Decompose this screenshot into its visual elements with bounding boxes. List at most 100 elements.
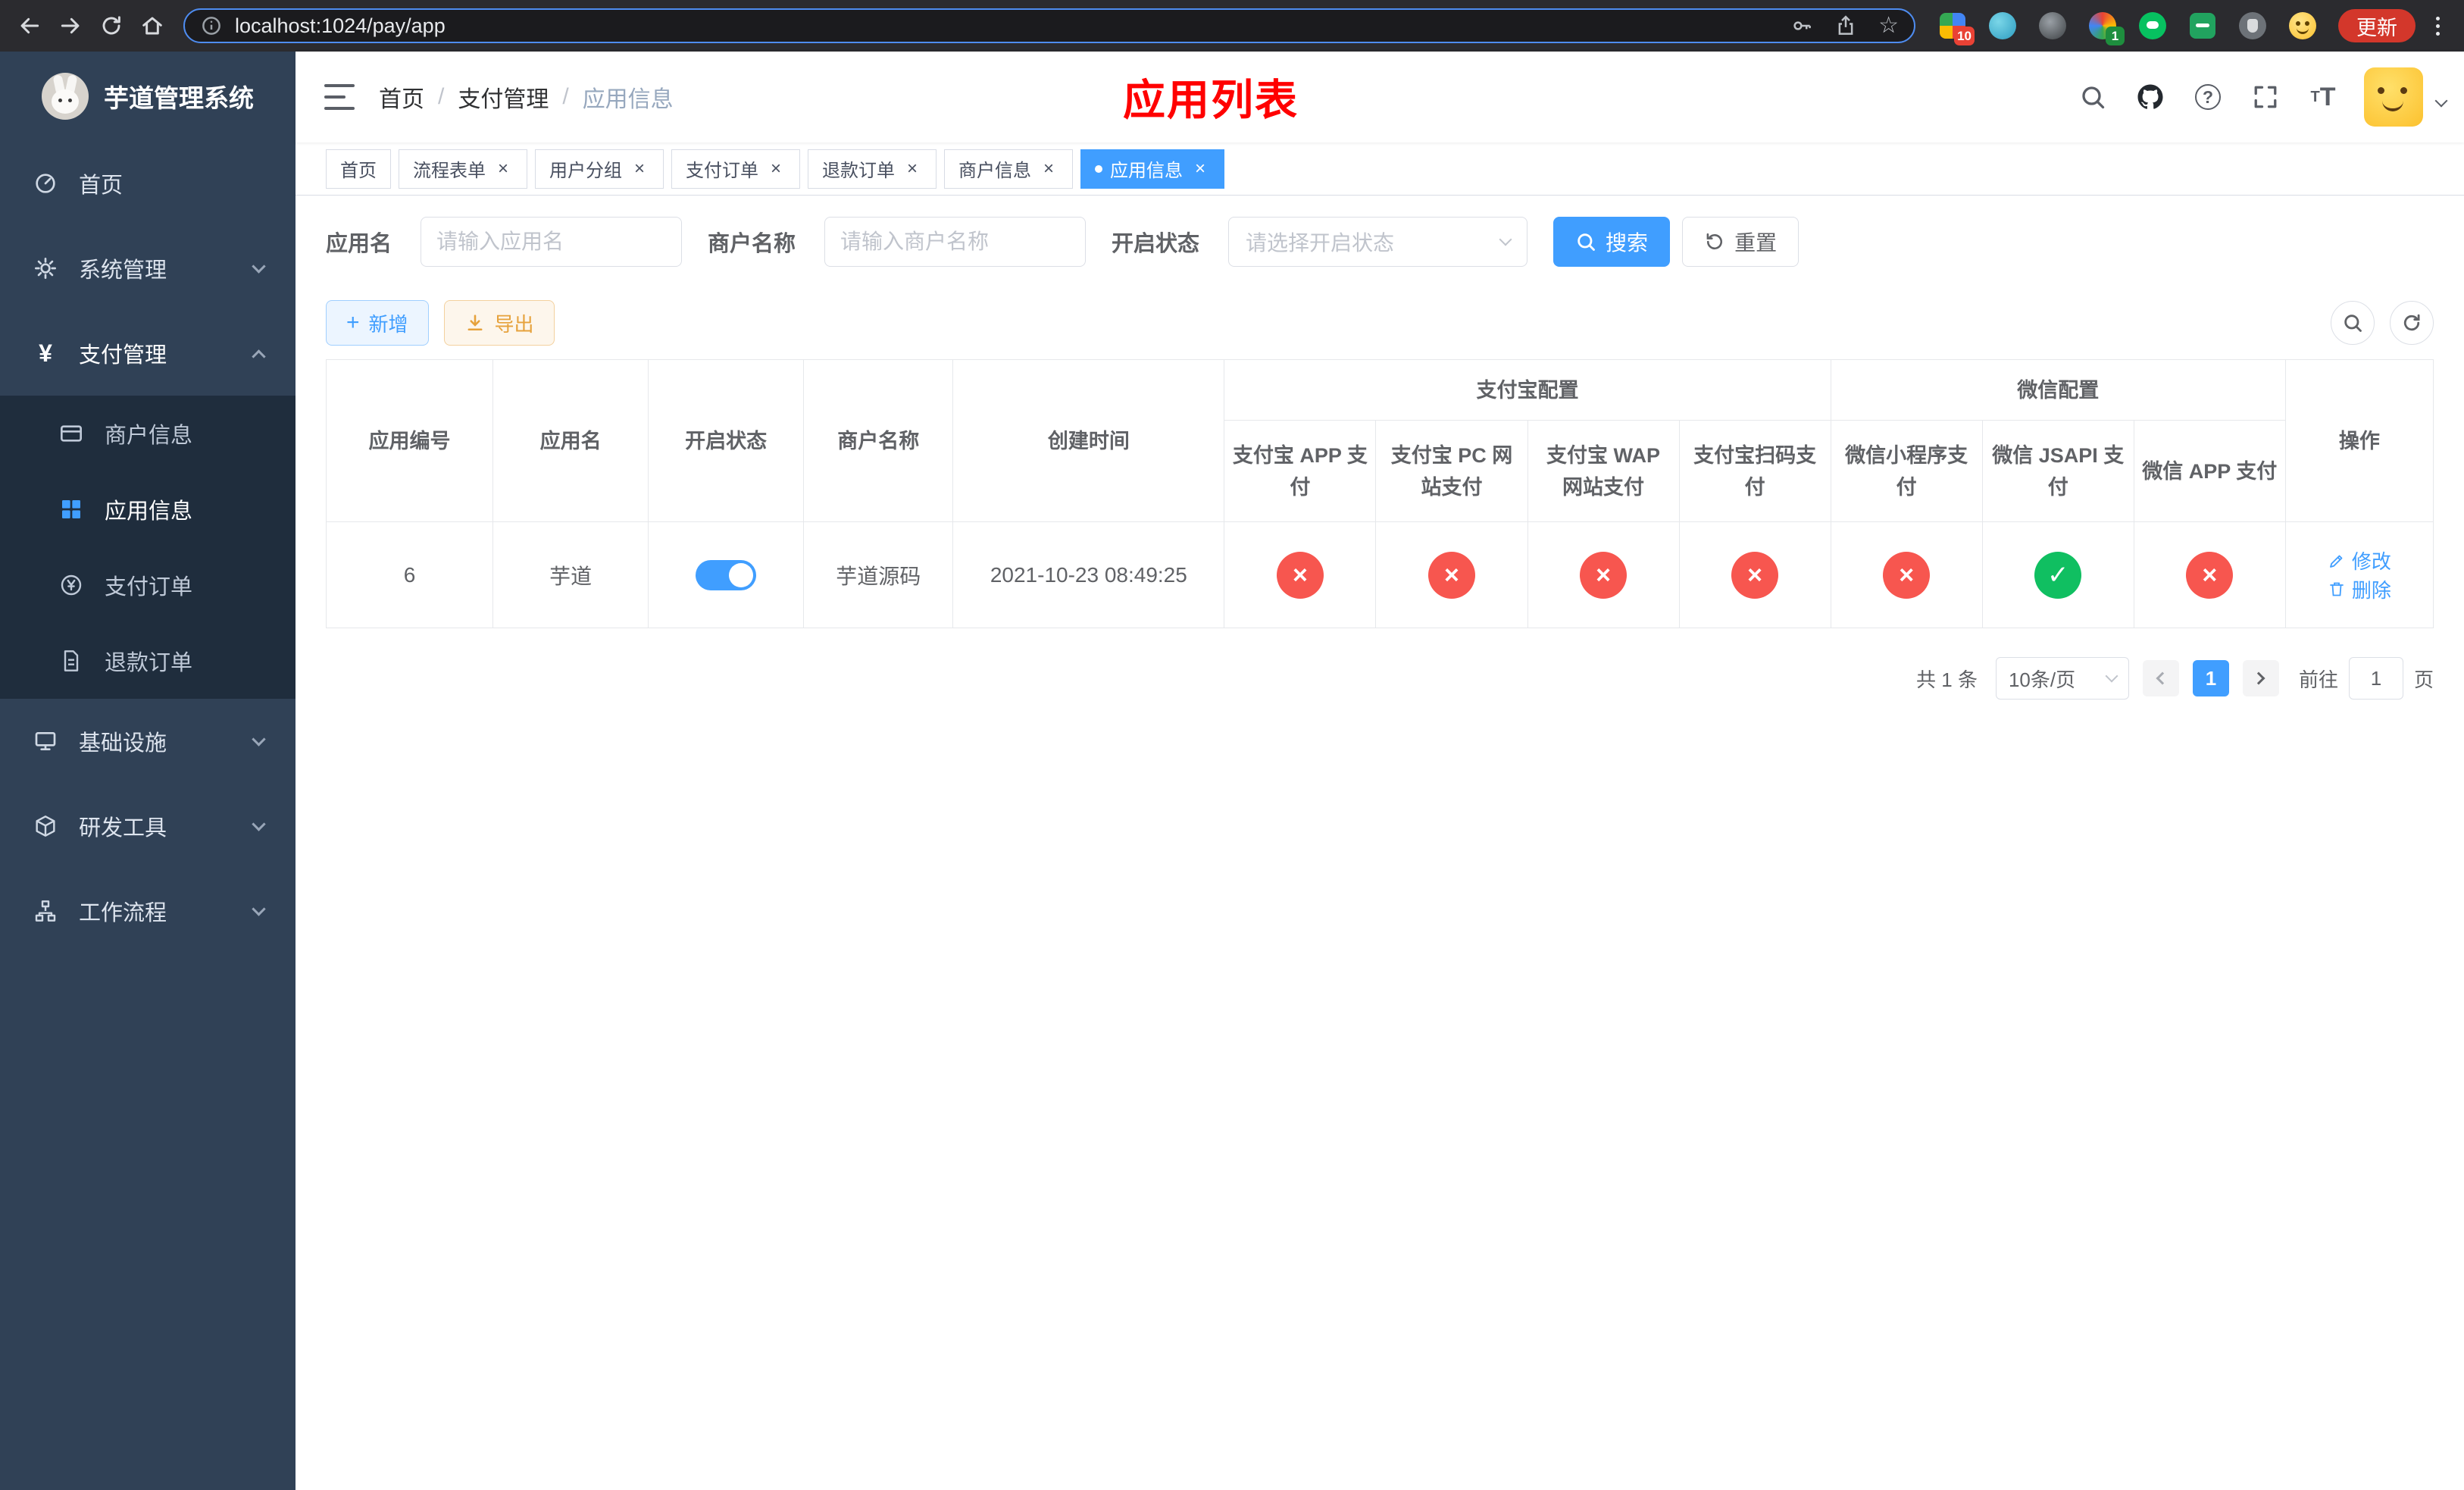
sidebar-item-workflow[interactable]: 工作流程 — [0, 869, 295, 953]
cell-wechat-app: × — [2133, 521, 2286, 628]
prev-page-button[interactable] — [2142, 660, 2179, 696]
site-info-icon[interactable] — [200, 14, 223, 37]
refresh-icon — [2403, 314, 2420, 331]
browser-toolbar: localhost:1024/pay/app ☆ 10 1 更新 — [0, 0, 2464, 52]
passwords-key-icon[interactable] — [1790, 14, 1813, 37]
tab-user-group[interactable]: 用户分组 × — [535, 149, 664, 189]
browser-menu-icon[interactable] — [2422, 8, 2453, 44]
cell-actions: 修改 删除 — [2284, 521, 2434, 628]
close-icon[interactable]: × — [493, 159, 513, 179]
pagination-goto: 前往 页 — [2299, 657, 2434, 700]
close-icon[interactable]: × — [766, 159, 786, 179]
col-group-alipay: 支付宝配置 — [1224, 359, 1831, 421]
goto-page-input[interactable] — [2348, 657, 2403, 700]
fullscreen-icon[interactable] — [2249, 80, 2282, 114]
col-header-wechat-mini: 微信小程序支付 — [1830, 420, 1983, 522]
delete-link[interactable]: 删除 — [2328, 575, 2391, 603]
add-button[interactable]: + 新增 — [326, 300, 429, 346]
address-bar[interactable]: localhost:1024/pay/app ☆ — [183, 8, 1915, 43]
merchant-name-input[interactable] — [824, 217, 1087, 267]
extension-glyph — [2289, 12, 2316, 39]
cell-created: 2021-10-23 08:49:25 — [952, 521, 1225, 628]
extension-icon-3[interactable] — [2037, 10, 2068, 42]
sidebar-toggle-icon[interactable] — [324, 84, 355, 110]
tab-process-form[interactable]: 流程表单 × — [399, 149, 527, 189]
page-content: 应用名 商户名称 开启状态 请选择开启状态 — [295, 196, 2464, 1490]
chevron-down-icon — [2105, 669, 2118, 683]
url-text[interactable]: localhost:1024/pay/app — [235, 14, 1778, 38]
status-cross-icon: × — [1883, 551, 1931, 599]
sidebar-item-label: 退款订单 — [105, 651, 193, 675]
page-number-1[interactable]: 1 — [2192, 660, 2229, 696]
reset-button[interactable]: 重置 — [1682, 217, 1800, 267]
sidebar-item-app-info[interactable]: 应用信息 — [0, 471, 295, 547]
github-icon[interactable] — [2134, 80, 2167, 114]
home-icon[interactable] — [133, 7, 171, 45]
goto-label: 前往 — [2298, 668, 2338, 691]
extension-icon-5[interactable] — [2137, 10, 2169, 42]
close-icon[interactable]: × — [1039, 159, 1058, 179]
extension-icon-2[interactable] — [1987, 10, 2018, 42]
status-select[interactable]: 请选择开启状态 — [1228, 217, 1528, 267]
status-switch[interactable] — [696, 559, 757, 590]
sidebar-submenu-payment: 商户信息 应用信息 支付订单 退款订单 — [0, 396, 295, 699]
main-area: 首页 / 支付管理 / 应用信息 应用列表 ? TT 首页 流程表单 × 用户分… — [295, 52, 2464, 1490]
search-button[interactable]: 搜索 — [1553, 217, 1671, 267]
tab-pay-order[interactable]: 支付订单 × — [671, 149, 800, 189]
forward-icon[interactable] — [52, 7, 89, 45]
close-icon[interactable]: × — [630, 159, 649, 179]
extension-icon-6[interactable] — [2187, 10, 2219, 42]
toggle-search-button[interactable] — [2331, 301, 2375, 345]
extension-icon-7[interactable] — [2237, 10, 2269, 42]
sidebar-item-label: 系统管理 — [79, 258, 167, 283]
user-avatar[interactable] — [2364, 67, 2423, 127]
tab-app-info[interactable]: 应用信息 × — [1080, 149, 1224, 189]
reload-icon[interactable] — [92, 7, 130, 45]
extension-icon-1[interactable]: 10 — [1937, 10, 1975, 45]
edit-link[interactable]: 修改 — [2328, 546, 2391, 574]
share-icon[interactable] — [1834, 14, 1857, 37]
sidebar-item-system[interactable]: 系统管理 — [0, 226, 295, 311]
tab-refund-order[interactable]: 退款订单 × — [808, 149, 937, 189]
font-size-icon[interactable]: TT — [2306, 80, 2340, 114]
sidebar-item-infra[interactable]: 基础设施 — [0, 699, 295, 784]
close-icon[interactable]: × — [902, 159, 922, 179]
page-size-select[interactable]: 10条/页 — [1995, 657, 2129, 700]
extensions-row: 10 1 — [1937, 10, 2319, 45]
filter-merchant-name: 商户名称 — [708, 217, 1087, 267]
col-header-alipay-qr: 支付宝扫码支付 — [1678, 420, 1831, 522]
sidebar-item-devtools[interactable]: 研发工具 — [0, 784, 295, 869]
browser-update-button[interactable]: 更新 — [2338, 9, 2416, 42]
search-icon[interactable] — [2076, 80, 2109, 114]
help-icon[interactable]: ? — [2191, 80, 2225, 114]
breadcrumb-home[interactable]: 首页 — [379, 80, 424, 114]
yen-icon: ¥ — [39, 340, 52, 367]
extension-icon-8[interactable] — [2287, 10, 2319, 42]
back-icon[interactable] — [11, 7, 48, 45]
export-button[interactable]: 导出 — [443, 300, 555, 346]
close-icon[interactable]: × — [1190, 159, 1210, 179]
extension-glyph — [2039, 12, 2066, 39]
breadcrumb-payment[interactable]: 支付管理 — [458, 80, 549, 114]
extension-icon-4[interactable]: 1 — [2087, 10, 2125, 45]
next-page-button[interactable] — [2242, 660, 2279, 696]
tab-merchant-info[interactable]: 商户信息 × — [944, 149, 1073, 189]
sidebar-item-refund-order[interactable]: 退款订单 — [0, 623, 295, 699]
cell-status — [648, 521, 805, 628]
screen: localhost:1024/pay/app ☆ 10 1 更新 芋道管理系统 … — [0, 0, 2464, 1490]
bookmark-star-icon[interactable]: ☆ — [1878, 14, 1899, 37]
status-cross-icon: × — [1731, 551, 1779, 599]
refresh-table-button[interactable] — [2390, 301, 2434, 345]
sidebar-item-merchant-info[interactable]: 商户信息 — [0, 396, 295, 471]
sidebar: 芋道管理系统 首页 系统管理 ¥ 支付管理 商户信息 应用信息 支付订单 退款订… — [0, 52, 295, 1490]
app-name-input[interactable] — [421, 217, 683, 267]
col-group-wechat: 微信配置 — [1830, 359, 2286, 421]
sidebar-item-payment[interactable]: ¥ 支付管理 — [0, 311, 295, 396]
chevron-down-icon — [1499, 233, 1512, 246]
tab-home[interactable]: 首页 — [326, 149, 391, 189]
sidebar-item-pay-order[interactable]: 支付订单 — [0, 547, 295, 623]
sidebar-logo[interactable]: 芋道管理系统 — [0, 52, 295, 141]
extension-glyph — [2190, 13, 2215, 39]
sidebar-item-home[interactable]: 首页 — [0, 141, 295, 226]
refresh-icon — [1706, 233, 1723, 250]
